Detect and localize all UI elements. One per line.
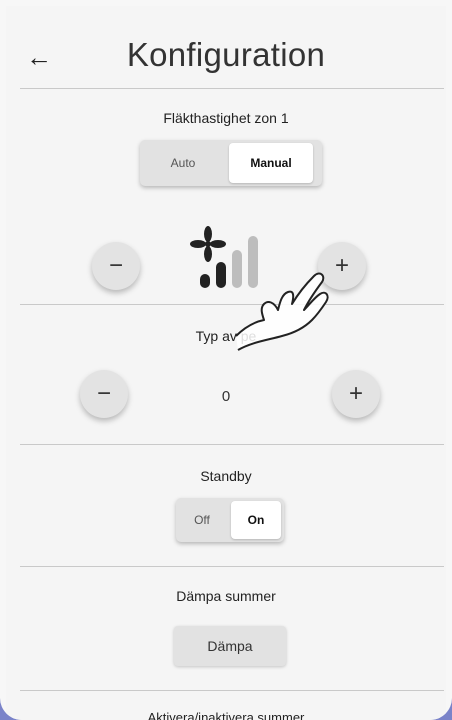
- fan-icon: [190, 226, 226, 262]
- buzzer-label: Aktivera/inaktivera summer: [147, 710, 305, 720]
- header: ← Konfiguration: [6, 6, 446, 88]
- fan-mode-auto-option[interactable]: Auto: [140, 140, 226, 186]
- type-value: 0: [221, 388, 231, 405]
- divider: [20, 88, 444, 89]
- fan-speed-increase-button[interactable]: +: [318, 242, 366, 290]
- standby-on-option[interactable]: On: [231, 501, 281, 539]
- type-increase-button[interactable]: +: [332, 370, 380, 418]
- speed-bar-3: [232, 250, 242, 288]
- divider: [20, 566, 444, 567]
- standby-label: Standby: [200, 468, 252, 484]
- mute-label: Dämpa summer: [176, 588, 276, 604]
- standby-toggle: Off On: [176, 498, 284, 542]
- fan-mode-toggle: Auto Manual: [140, 140, 322, 186]
- speed-bar-4: [248, 236, 258, 288]
- mute-button[interactable]: Dämpa: [174, 626, 286, 666]
- divider: [20, 444, 444, 445]
- type-label: Typ av pe: [195, 328, 257, 344]
- fan-speed-decrease-button[interactable]: −: [92, 242, 140, 290]
- divider: [20, 304, 444, 305]
- divider: [20, 690, 444, 691]
- fan-speed-label: Fläkthastighet zon 1: [163, 110, 289, 126]
- fan-speed-icon: [188, 224, 278, 288]
- config-panel: ← Konfiguration Fläkthastighet zon 1 Aut…: [6, 6, 446, 720]
- fan-mode-manual-option[interactable]: Manual: [229, 143, 313, 183]
- speed-bar-2: [216, 262, 226, 288]
- standby-off-option[interactable]: Off: [176, 498, 228, 542]
- page-title: Konfiguration: [126, 36, 326, 73]
- screen: ← Konfiguration Fläkthastighet zon 1 Aut…: [0, 0, 452, 720]
- speed-bar-1: [200, 274, 210, 288]
